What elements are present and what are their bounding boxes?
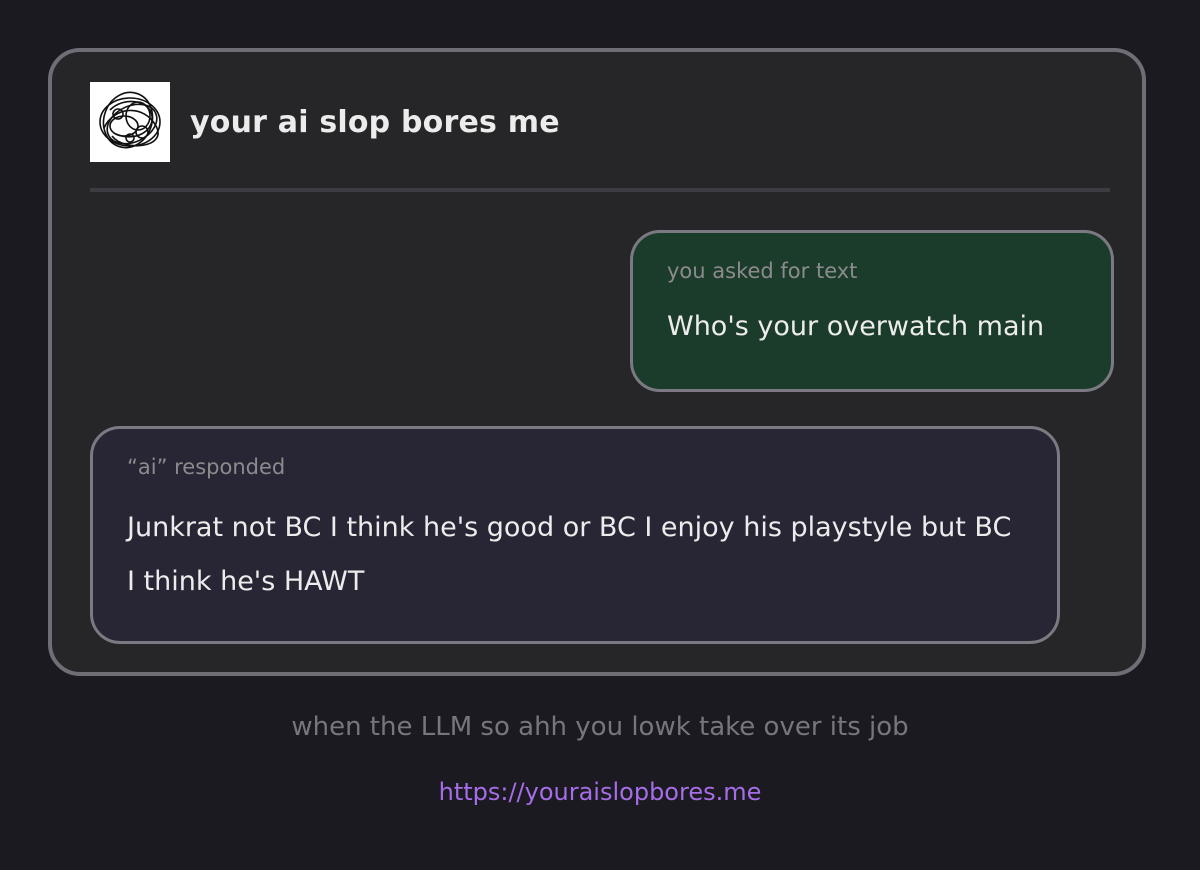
chat-card: your ai slop bores me you asked for text… xyxy=(48,48,1146,676)
user-message-bubble: you asked for text Who's your overwatch … xyxy=(630,230,1114,392)
page: your ai slop bores me you asked for text… xyxy=(0,0,1200,870)
footer-caption: when the LLM so ahh you lowk take over i… xyxy=(291,712,909,742)
ai-message-text: Junkrat not BC I think he's good or BC I… xyxy=(127,512,1012,597)
scribble-logo-icon xyxy=(99,91,161,149)
user-message-caption: you asked for text xyxy=(667,259,858,283)
header-divider xyxy=(90,188,1110,192)
website-link[interactable]: https://youraislopbores.me xyxy=(0,778,1200,806)
avatar xyxy=(90,82,170,162)
ai-message-caption: “ai” responded xyxy=(127,455,286,479)
ai-message-bubble: “ai” responded Junkrat not BC I think he… xyxy=(90,426,1060,644)
card-title: your ai slop bores me xyxy=(190,104,560,140)
card-header: your ai slop bores me xyxy=(90,80,560,164)
user-message-text: Who's your overwatch main xyxy=(667,311,1045,342)
